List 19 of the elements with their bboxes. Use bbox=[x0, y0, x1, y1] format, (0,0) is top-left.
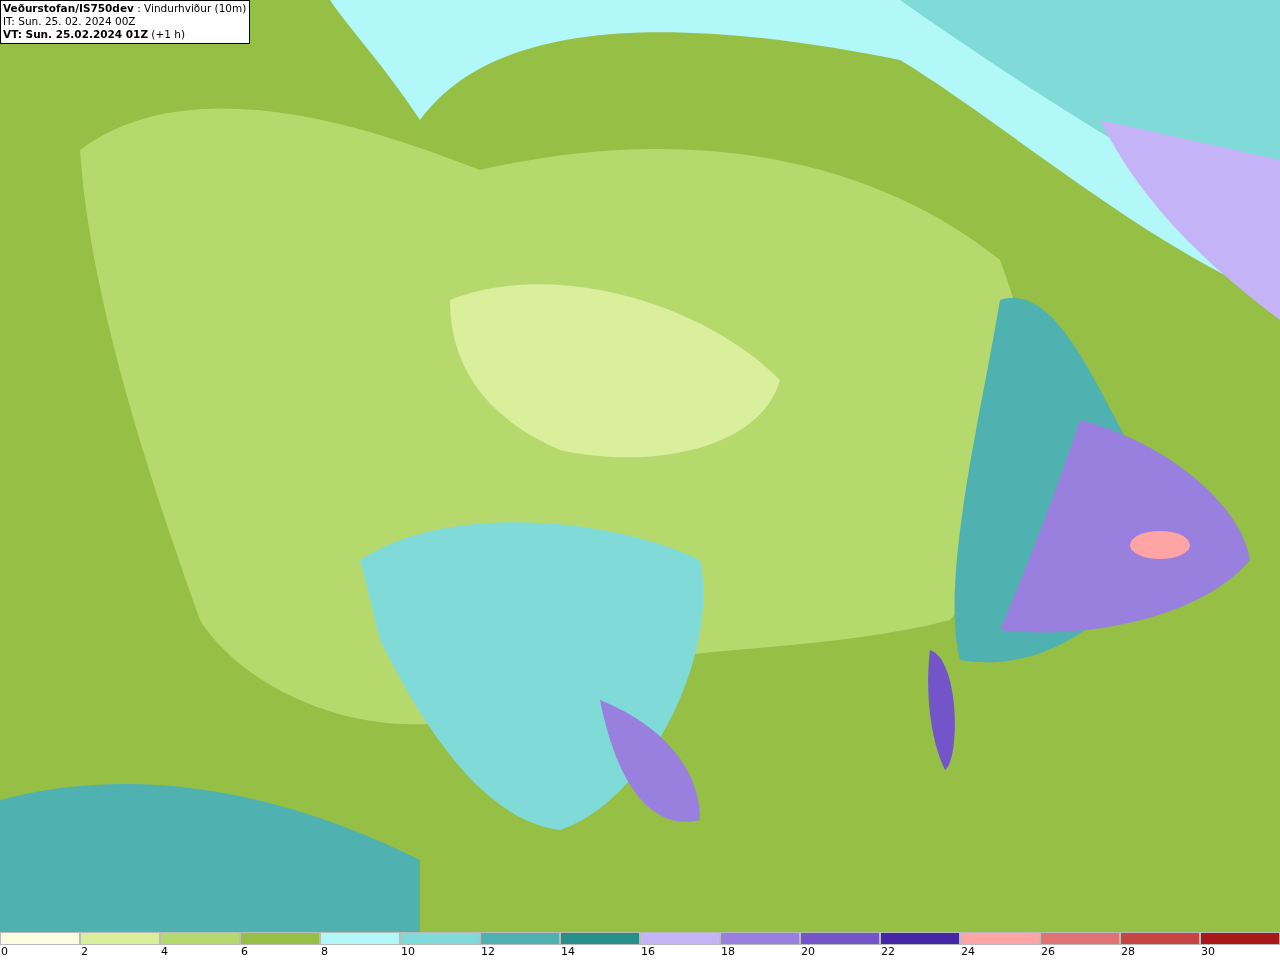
title-line: Veðurstofan/IS750dev : Vindurhviður (10m) bbox=[3, 2, 247, 15]
title-line: IT: Sun. 25. 02. 2024 00Z bbox=[3, 15, 137, 28]
legend-label: 30 bbox=[1200, 945, 1215, 959]
legend-label: 4 bbox=[160, 945, 168, 959]
legend-label: 8 bbox=[320, 945, 328, 959]
legend-label: 12 bbox=[480, 945, 495, 959]
legend-label: 22 bbox=[880, 945, 895, 959]
legend-label: 6 bbox=[240, 945, 248, 959]
legend-label: 0 bbox=[0, 945, 8, 959]
title-line: VT: Sun. 25.02.2024 01Z (+1 h) bbox=[3, 28, 187, 41]
legend-label: 10 bbox=[400, 945, 415, 959]
legend-label: 2 bbox=[80, 945, 88, 959]
legend-label: 16 bbox=[640, 945, 655, 959]
legend-label: 18 bbox=[720, 945, 735, 959]
legend-label: 14 bbox=[560, 945, 575, 959]
legend-label: 24 bbox=[960, 945, 975, 959]
legend-label: 26 bbox=[1040, 945, 1055, 959]
legend-label: 20 bbox=[800, 945, 815, 959]
legend-label: 28 bbox=[1120, 945, 1135, 959]
